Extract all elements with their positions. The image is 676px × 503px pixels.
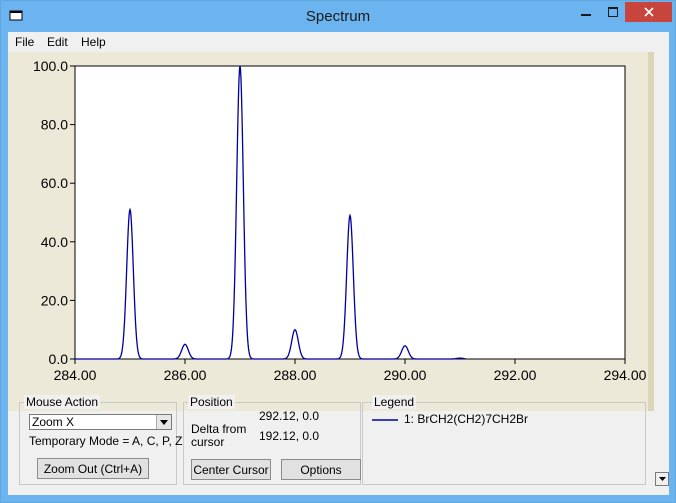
x-tick-label: 288.00 [274,367,317,383]
menu-bar: File Edit Help [8,32,669,52]
y-tick-label: 20.0 [41,292,68,308]
y-tick-label: 80.0 [41,117,68,133]
y-tick-label: 40.0 [41,234,68,250]
center-cursor-button[interactable]: Center Cursor [191,459,271,480]
center-cursor-button-label: Center Cursor [193,462,269,477]
position-group: Position 292.12, 0.0 Delta from cursor 1… [183,395,361,485]
mouse-mode-select[interactable]: Zoom X [29,414,172,430]
plot-area [74,65,626,360]
legend-entry: 1: BrCH2(CH2)7CH2Br [404,412,529,426]
spectrum-plot-frame[interactable]: 0.0 20.0 40.0 60.0 80.0 100.0 284.00 286.00 288.… [8,52,654,411]
minimize-icon [580,14,591,16]
legend-label: Legend [372,395,417,409]
legend-line-swatch [372,419,398,421]
mouse-action-label: Mouse Action [24,395,101,409]
cursor-position-value: 292.12, 0.0 [259,409,320,423]
maximize-button[interactable] [599,2,626,22]
maximize-icon [607,7,618,17]
options-button[interactable]: Options [281,459,361,480]
control-panel: Mouse Action Zoom X Temporary Mode = A, … [19,395,646,495]
title-bar[interactable]: Spectrum [1,1,675,32]
zoom-out-button[interactable]: Zoom Out (Ctrl+A) [37,458,149,479]
close-button[interactable] [625,2,672,22]
position-label: Position [188,395,235,409]
x-tick-label: 292.00 [494,367,537,383]
delta-value: 192.12, 0.0 [259,429,320,443]
delta-from-cursor-label: Delta from cursor [191,422,247,449]
spectrum-window: Spectrum File Edit Help 0.0 20.0 40.0 60.0 8… [0,0,676,503]
temporary-mode-label: Temporary Mode = A, C, P, Z [29,434,183,448]
menu-file[interactable]: File [15,35,34,49]
mouse-mode-value: Zoom X [32,415,75,429]
options-button-label: Options [300,462,342,477]
minimize-button[interactable] [572,2,599,22]
dropdown-arrow-icon[interactable] [156,415,171,429]
x-tick-label: 284.00 [54,367,97,383]
y-tick-label: 100.0 [33,58,68,74]
spectrum-chart[interactable]: 0.0 20.0 40.0 60.0 80.0 100.0 284.00 286.00 288.… [8,52,648,411]
menu-edit[interactable]: Edit [47,35,68,49]
client-area: File Edit Help 0.0 20.0 40.0 60.0 80.0 100.0 2… [8,32,669,495]
x-tick-label: 290.00 [384,367,427,383]
menu-help[interactable]: Help [81,35,106,49]
arrow-down-icon [658,477,666,481]
x-tick-label: 294.00 [604,367,647,383]
close-icon [643,7,654,17]
mouse-action-group: Mouse Action Zoom X Temporary Mode = A, … [19,395,183,485]
y-tick-label: 60.0 [41,175,68,191]
zoom-out-button-label: Zoom Out (Ctrl+A) [43,461,143,476]
scroll-down-button[interactable] [655,472,669,486]
x-tick-label: 286.00 [164,367,207,383]
legend-group: Legend 1: BrCH2(CH2)7CH2Br [362,395,646,485]
y-tick-label: 0.0 [49,351,69,367]
